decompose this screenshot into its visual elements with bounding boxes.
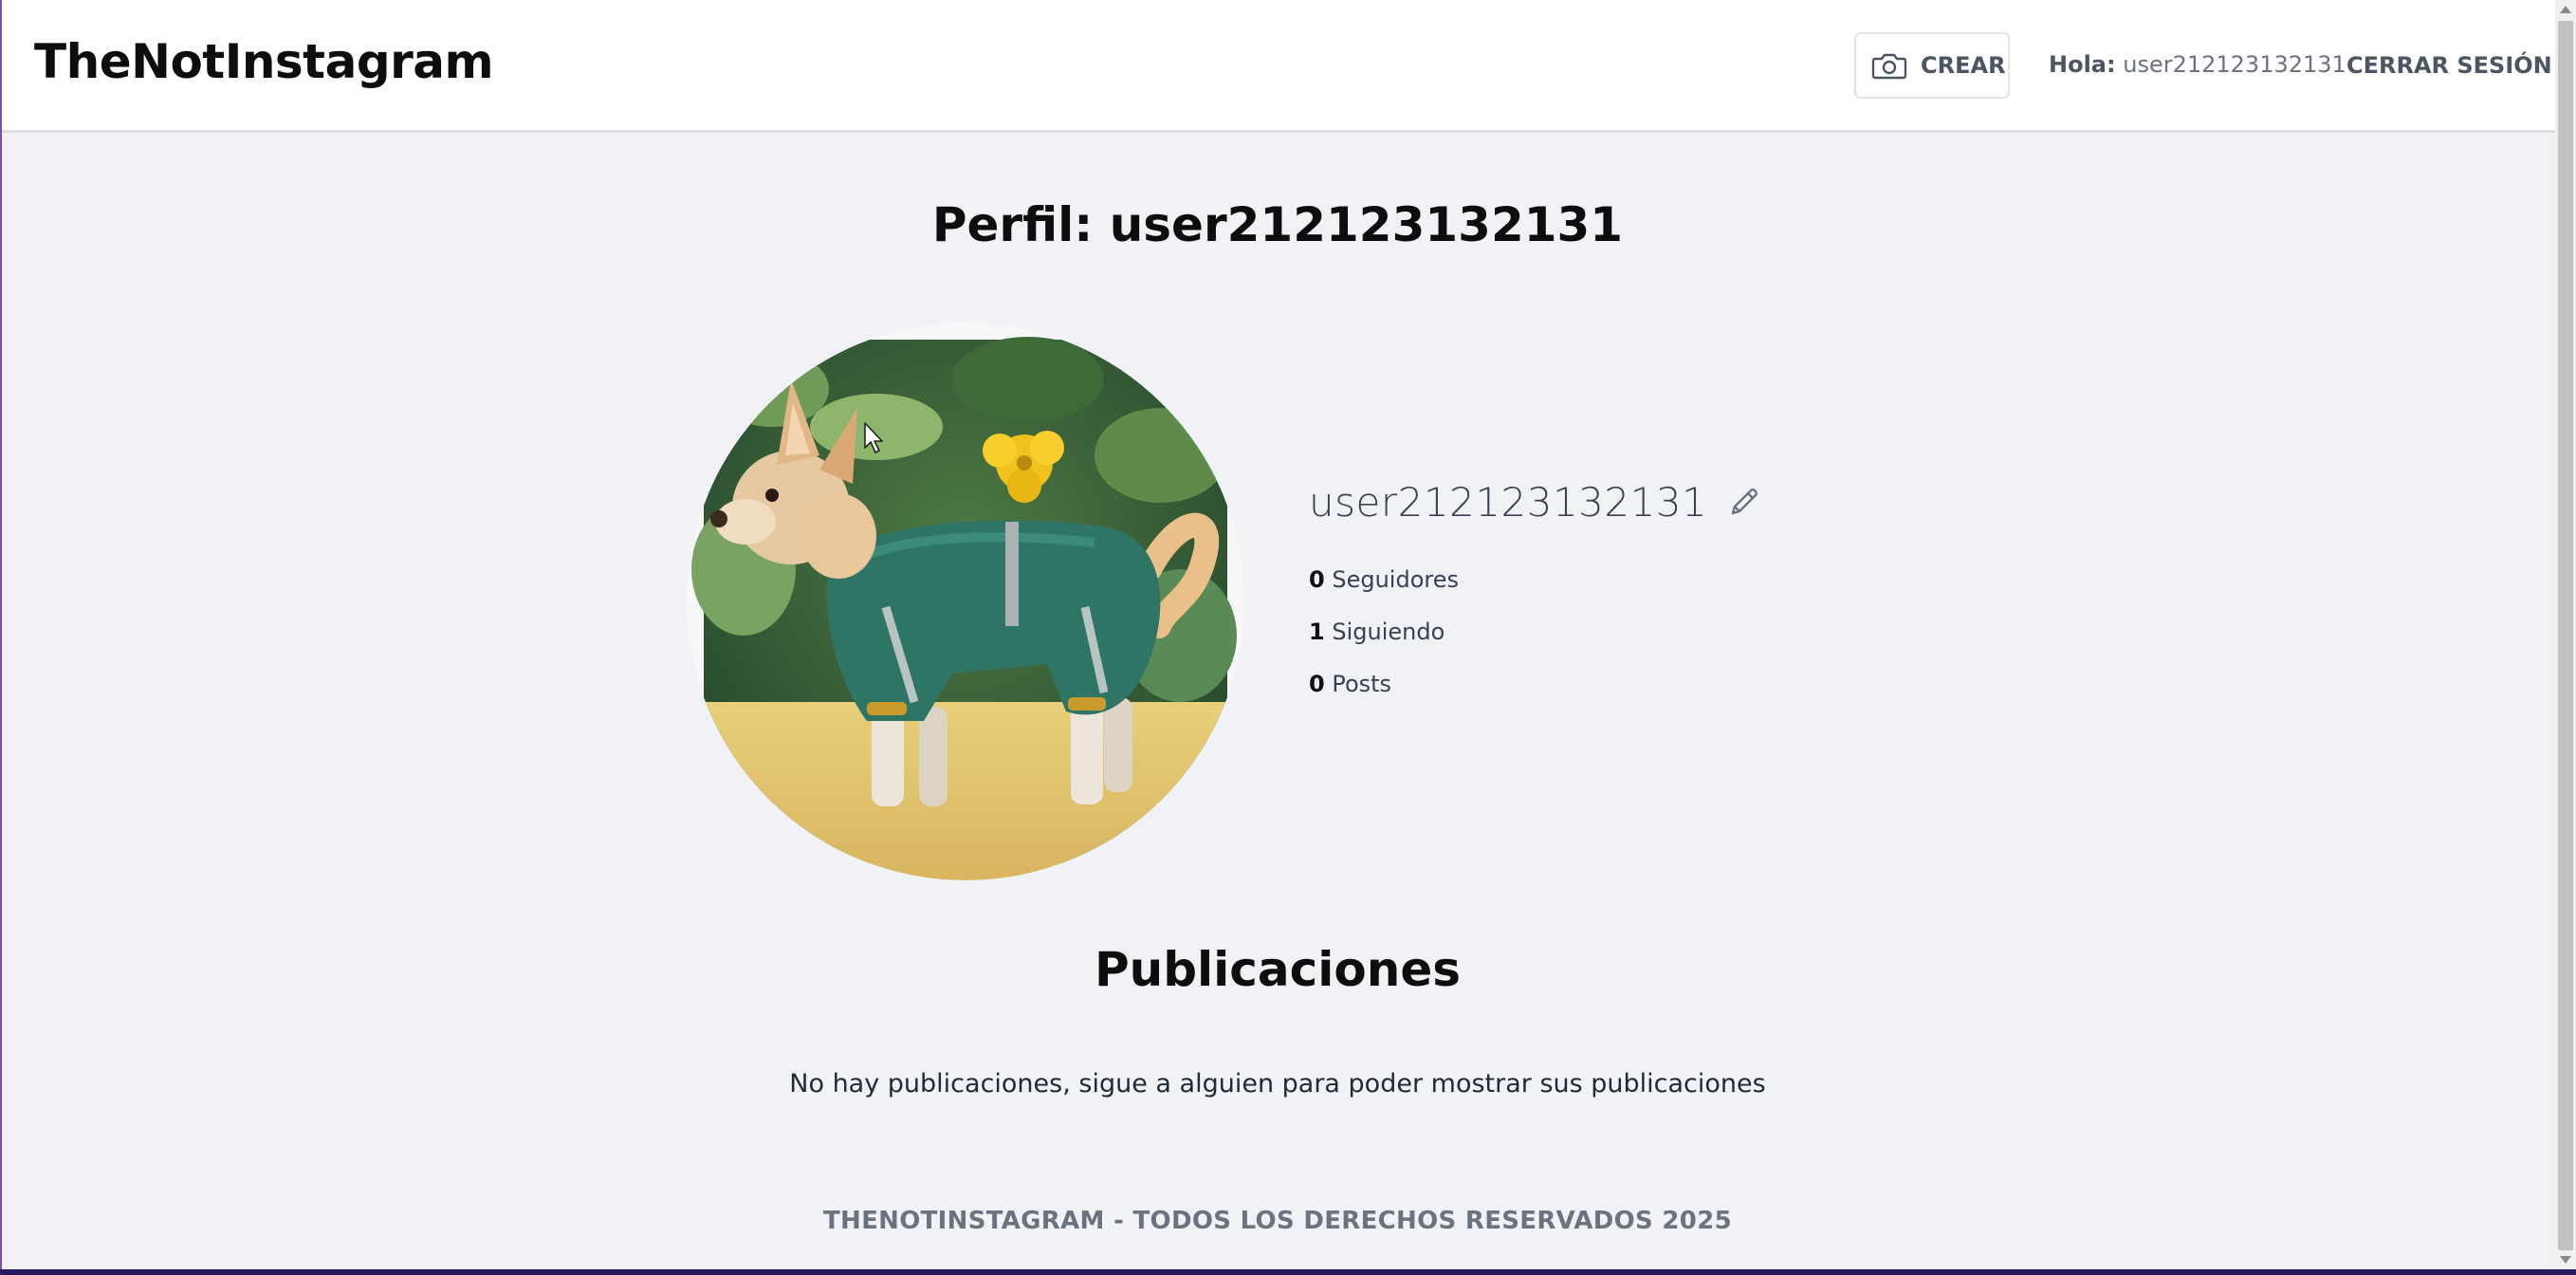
followers-label: Seguidores [1332, 566, 1459, 593]
profile-username-row: user212123132131 [1309, 479, 1762, 526]
following-number: 1 [1309, 619, 1325, 645]
mouse-cursor-icon [864, 422, 883, 453]
profile-avatar [687, 323, 1244, 880]
posts-number: 0 [1309, 671, 1325, 697]
logout-button[interactable]: CERRAR SESIÓN [2346, 52, 2552, 79]
profile-username: user212123132131 [1309, 479, 1708, 526]
posts-label: Posts [1332, 671, 1392, 697]
window-bottom-edge [0, 1269, 2576, 1275]
following-count: 1 Siguiendo [1309, 619, 1444, 645]
avatar-dog-photo [687, 323, 1244, 880]
posts-count: 0 Posts [1309, 671, 1391, 697]
posts-empty-message: No hay publicaciones, sigue a alguien pa… [789, 1069, 1766, 1099]
greeting-username: user212123132131 [2123, 51, 2346, 78]
create-post-button[interactable]: CREAR [1854, 32, 2010, 99]
greeting-label: Hola: [2049, 51, 2116, 78]
followers-count: 0 Seguidores [1309, 566, 1459, 593]
create-button-label: CREAR [1921, 52, 2006, 79]
brand-logo[interactable]: TheNotInstagram [34, 34, 494, 89]
greeting: Hola: user212123132131 [2049, 51, 2346, 78]
camera-icon [1871, 53, 1907, 80]
posts-section-title: Publicaciones [1094, 942, 1462, 997]
followers-number: 0 [1309, 566, 1325, 593]
following-label: Siguiendo [1332, 619, 1445, 645]
page-title: Perfil: user212123132131 [931, 197, 1624, 252]
page-scrollbar[interactable] [2555, 0, 2576, 1269]
top-navbar: TheNotInstagram CREAR Hola: user21212313… [2, 0, 2555, 133]
scrollbar-thumb[interactable] [2558, 21, 2573, 1250]
page-footer: THENOTINSTAGRAM - TODOS LOS DERECHOS RES… [823, 1207, 1732, 1235]
scroll-up-arrow-icon[interactable] [2560, 6, 2571, 13]
scroll-down-arrow-icon[interactable] [2560, 1256, 2571, 1264]
pencil-icon[interactable] [1724, 484, 1762, 522]
